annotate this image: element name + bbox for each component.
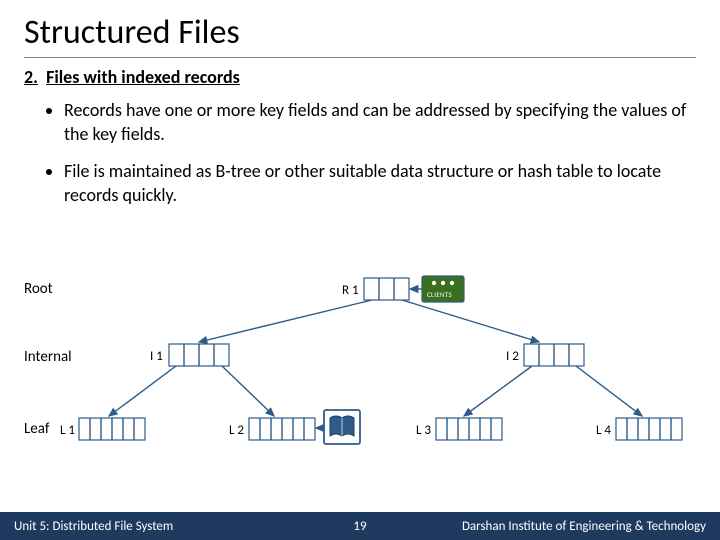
bullet-item: File is maintained as B-tree or other su… <box>64 159 696 208</box>
footer-left: Unit 5: Distributed File System <box>14 519 173 534</box>
node-l4: L 4 <box>596 418 682 440</box>
node-r1-label: R 1 <box>342 283 359 298</box>
node-root: R 1 <box>342 278 409 300</box>
footer-right: Darshan Institute of Engineering & Techn… <box>462 519 706 534</box>
bullet-list: Records have one or more key fields and … <box>64 98 696 207</box>
clients-badge: CLIENTS <box>410 276 464 302</box>
node-l1: L 1 <box>60 418 145 440</box>
subheading: 2. Files with indexed records <box>24 66 696 88</box>
slide-footer: Unit 5: Distributed File System 19 Darsh… <box>0 512 720 540</box>
subhead-number: 2. <box>24 66 38 88</box>
subhead-text: Files with indexed records <box>46 66 240 88</box>
node-l3-label: L 3 <box>416 423 431 438</box>
node-i2-label: I 2 <box>506 349 519 364</box>
node-l4-label: L 4 <box>596 423 611 438</box>
node-l2: L 2 <box>229 418 315 440</box>
page-number: 19 <box>353 519 366 534</box>
slide-title: Structured Files <box>24 12 696 53</box>
node-i1-label: I 1 <box>150 349 163 364</box>
btree-diagram: Root Internal Leaf R 1 CLIE <box>24 270 696 480</box>
node-l2-label: L 2 <box>229 423 244 438</box>
node-l1-label: L 1 <box>60 423 75 438</box>
bullet-item: Records have one or more key fields and … <box>64 98 696 147</box>
book-icon <box>316 410 360 444</box>
node-i2: I 2 <box>506 344 584 366</box>
node-i1: I 1 <box>150 344 229 366</box>
divider <box>24 57 696 58</box>
clients-label: CLIENTS <box>427 290 452 299</box>
node-l3: L 3 <box>416 418 502 440</box>
